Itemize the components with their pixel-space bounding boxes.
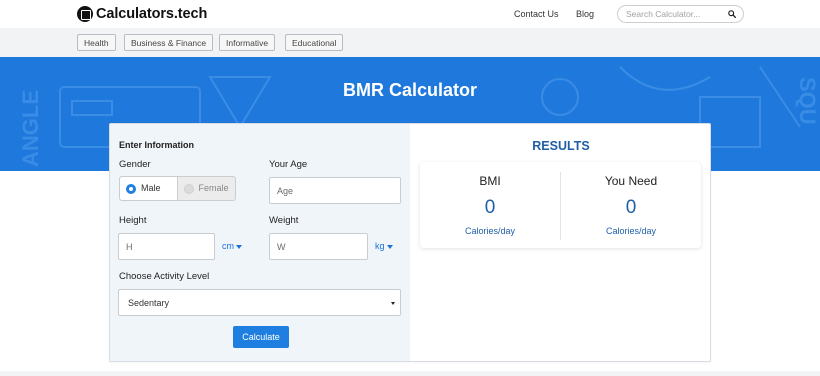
select-caret-icon bbox=[391, 302, 395, 305]
height-field[interactable] bbox=[118, 233, 215, 260]
enter-information-heading: Enter Information bbox=[119, 140, 195, 150]
gender-male-radio[interactable]: Male bbox=[120, 177, 178, 200]
bmr-calculator-card: Enter Information Gender Male Female You… bbox=[109, 123, 711, 362]
hero-decor-angle-text: ANGLE bbox=[18, 90, 43, 167]
weight-field[interactable] bbox=[269, 233, 368, 260]
you-need-value: 0 bbox=[625, 197, 637, 218]
gender-male-label: Male bbox=[141, 183, 161, 193]
bmi-unit: Calories/day bbox=[464, 226, 516, 236]
caret-down-icon bbox=[236, 244, 242, 249]
calculator-logo-icon bbox=[77, 6, 93, 22]
activity-level-label: Choose Activity Level bbox=[119, 271, 210, 282]
age-input[interactable] bbox=[277, 185, 381, 197]
calories-needed-result: You Need 0 Calories/day bbox=[561, 162, 701, 248]
category-bar: Health Business & Finance Informative Ed… bbox=[0, 28, 820, 57]
gender-female-radio[interactable]: Female bbox=[178, 177, 236, 200]
height-input[interactable] bbox=[126, 241, 202, 253]
brand-name: Calculators.tech bbox=[96, 6, 208, 22]
weight-unit-value: kg bbox=[375, 241, 385, 251]
activity-level-select[interactable]: Sedentary bbox=[118, 289, 401, 316]
height-label: Height bbox=[119, 215, 147, 226]
footer-divider bbox=[0, 371, 820, 376]
category-educational-button[interactable]: Educational bbox=[285, 34, 344, 51]
radio-unselected-icon bbox=[183, 184, 194, 194]
search-input[interactable] bbox=[626, 8, 726, 20]
gender-radio-group: Male Female bbox=[119, 176, 236, 201]
weight-unit-dropdown[interactable]: kg bbox=[375, 241, 393, 251]
results-heading: RESULTS bbox=[532, 139, 590, 153]
category-health-button[interactable]: Health bbox=[77, 34, 116, 51]
input-panel: Enter Information Gender Male Female You… bbox=[110, 124, 410, 361]
weight-input[interactable] bbox=[277, 241, 355, 253]
results-box: BMI 0 Calories/day You Need 0 Calories/d… bbox=[420, 162, 701, 248]
height-unit-value: cm bbox=[222, 241, 234, 251]
weight-label: Weight bbox=[269, 215, 299, 226]
site-logo[interactable]: Calculators.tech bbox=[77, 5, 207, 23]
category-business-finance-button[interactable]: Business & Finance bbox=[124, 34, 214, 51]
you-need-label: You Need bbox=[604, 174, 658, 188]
calculate-button[interactable]: Calculate bbox=[233, 326, 289, 348]
gender-label: Gender bbox=[119, 159, 151, 170]
search-box[interactable] bbox=[617, 5, 744, 23]
nav-blog-link[interactable]: Blog bbox=[576, 9, 594, 19]
age-field[interactable] bbox=[269, 177, 401, 204]
age-label: Your Age bbox=[269, 159, 308, 170]
top-navbar: Calculators.tech Contact Us Blog bbox=[0, 0, 820, 28]
category-informative-button[interactable]: Informative bbox=[219, 34, 276, 51]
you-need-unit: Calories/day bbox=[605, 226, 657, 236]
gender-female-label: Female bbox=[198, 183, 229, 193]
bmi-result: BMI 0 Calories/day bbox=[420, 162, 560, 248]
height-unit-dropdown[interactable]: cm bbox=[222, 241, 242, 251]
search-icon[interactable] bbox=[728, 10, 736, 18]
radio-selected-icon bbox=[126, 184, 136, 194]
nav-contact-link[interactable]: Contact Us bbox=[514, 9, 559, 19]
bmi-value: 0 bbox=[484, 197, 496, 218]
page-title: BMR Calculator bbox=[342, 80, 477, 100]
activity-level-value: Sedentary bbox=[128, 298, 170, 308]
caret-down-icon bbox=[386, 244, 393, 249]
bmi-label: BMI bbox=[479, 174, 501, 188]
